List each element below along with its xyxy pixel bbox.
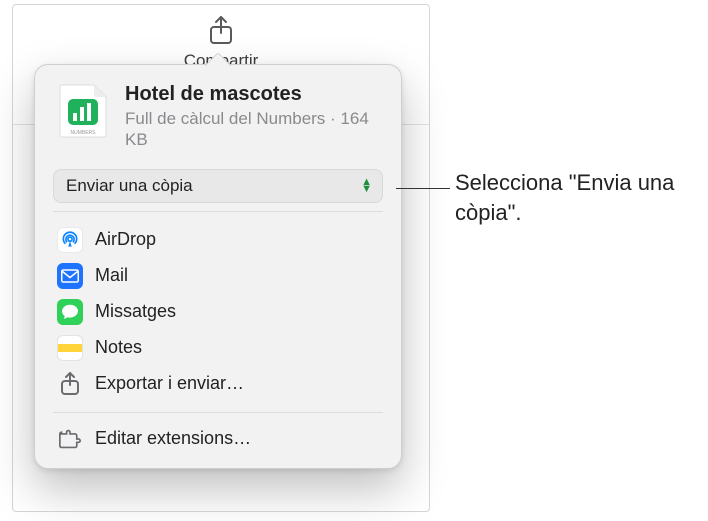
share-popover: NUMBERS Hotel de mascotes Full de càlcul… — [34, 64, 402, 469]
airdrop-icon — [57, 227, 83, 253]
export-icon — [57, 371, 83, 397]
file-meta: Hotel de mascotes Full de càlcul del Num… — [125, 83, 381, 151]
file-header: NUMBERS Hotel de mascotes Full de càlcul… — [51, 83, 385, 163]
share-option-airdrop[interactable]: AirDrop — [51, 222, 385, 258]
file-title: Hotel de mascotes — [125, 83, 381, 106]
share-option-label: AirDrop — [95, 229, 156, 250]
callout-leader-line — [396, 188, 450, 189]
share-option-messages[interactable]: Missatges — [51, 294, 385, 330]
notes-icon — [57, 335, 83, 361]
chevron-up-down-icon: ▲▼ — [361, 179, 372, 193]
divider — [53, 211, 383, 212]
share-option-notes[interactable]: Notes — [51, 330, 385, 366]
divider — [53, 412, 383, 413]
extension-icon — [57, 426, 83, 452]
callout-text: Selecciona "Envia una còpia". — [455, 168, 690, 227]
share-icon[interactable] — [207, 15, 235, 47]
messages-icon — [57, 299, 83, 325]
edit-extensions-label: Editar extensions… — [95, 428, 251, 449]
share-option-label: Mail — [95, 265, 128, 286]
share-option-export[interactable]: Exportar i enviar… — [51, 366, 385, 402]
share-mode-selected-label: Enviar una còpia — [66, 176, 193, 196]
share-option-label: Exportar i enviar… — [95, 373, 244, 394]
share-mode-select[interactable]: Enviar una còpia ▲▼ — [53, 169, 383, 203]
share-option-mail[interactable]: Mail — [51, 258, 385, 294]
share-option-label: Missatges — [95, 301, 176, 322]
share-option-label: Notes — [95, 337, 142, 358]
numbers-document-icon: NUMBERS — [55, 83, 111, 139]
file-subtitle: Full de càlcul del Numbers · 164 KB — [125, 108, 381, 151]
edit-extensions[interactable]: Editar extensions… — [51, 421, 385, 454]
share-options-list: AirDrop Mail Missatges Notes — [51, 220, 385, 404]
file-icon-label: NUMBERS — [70, 130, 96, 136]
mail-icon — [57, 263, 83, 289]
